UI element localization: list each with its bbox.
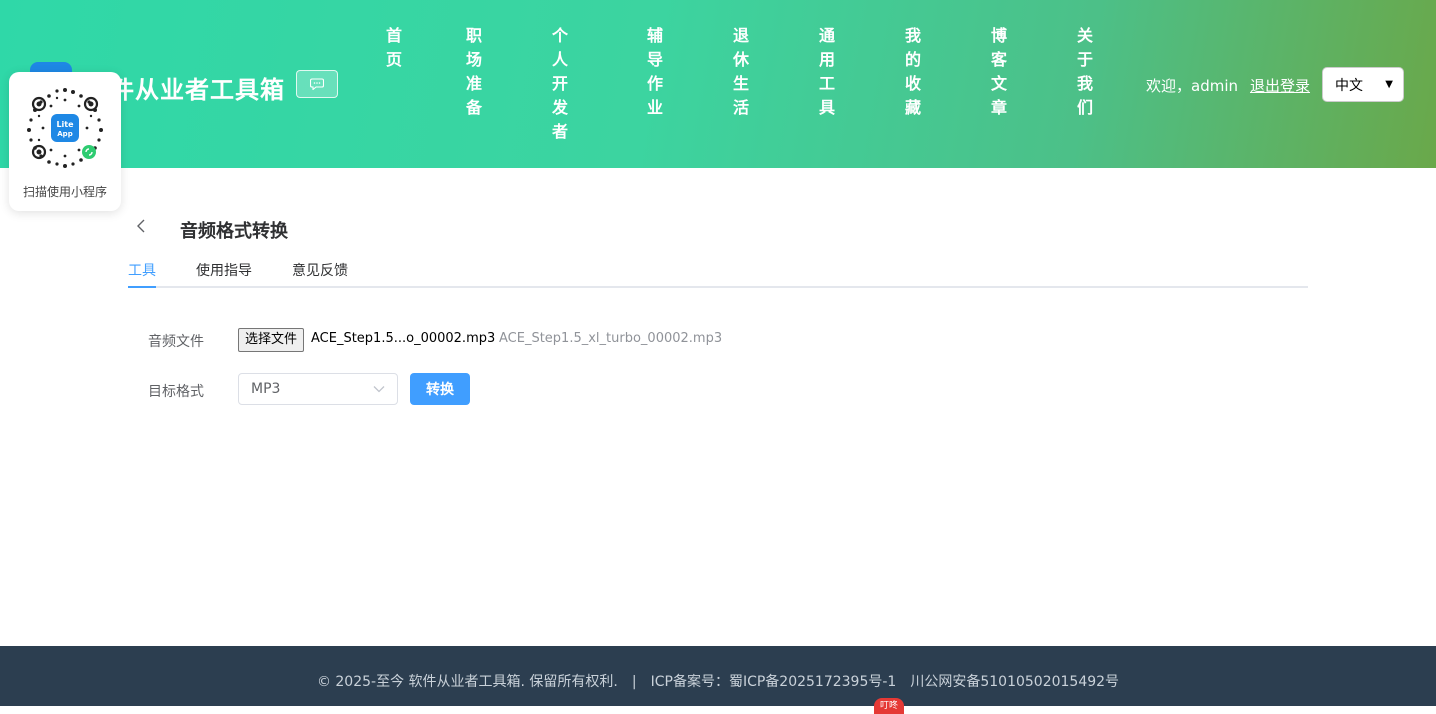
welcome-text: 欢迎，admin	[1146, 77, 1238, 95]
chat-bubble-icon	[310, 78, 324, 90]
footer-text: © 2025-至今 软件从业者工具箱. 保留所有权利. | ICP备案号：蜀ICP备…	[0, 671, 1436, 691]
format-field-label: 目标格式	[148, 384, 204, 400]
language-value: 中文	[1335, 77, 1363, 94]
footer: © 2025-至今 软件从业者工具箱. 保留所有权利. | ICP备案号：蜀ICP备…	[0, 646, 1436, 706]
chevron-down-icon	[373, 386, 385, 393]
choose-file-button[interactable]: 选择文件	[238, 328, 305, 352]
tab-guide[interactable]: 使用指导	[196, 260, 252, 280]
floating-badge[interactable]: 叮咚	[874, 698, 904, 714]
format-select[interactable]: MP3	[238, 373, 398, 405]
tab-feedback[interactable]: 意见反馈	[292, 260, 348, 280]
nav-item-retirement[interactable]: 退休生活	[732, 24, 750, 120]
tab-tool[interactable]: 工具	[128, 260, 156, 280]
top-header: 件从业者工具箱 首页 职场准备 个人开发者 辅导作业 退休生活 通用工具 我的收…	[0, 0, 1436, 168]
qr-logo-text-2: App	[57, 130, 72, 138]
nav-item-home[interactable]: 首页	[385, 24, 403, 72]
mini-program-qr-card: Lite App 扫描使用小程序	[9, 72, 121, 211]
footer-police-link[interactable]: 川公网安备51010502015492号	[910, 674, 1119, 690]
qr-label: 扫描使用小程序	[22, 185, 107, 199]
tab-bar: 工具 使用指导 意见反馈	[128, 258, 1308, 288]
nav-item-career[interactable]: 职场准备	[465, 24, 483, 120]
brand-title: 件从业者工具箱	[110, 76, 285, 104]
footer-copyright: © 2025-至今 软件从业者工具箱. 保留所有权利.	[316, 674, 618, 690]
nav-item-homework[interactable]: 辅导作业	[646, 24, 664, 120]
nav-item-blog[interactable]: 博客文章	[990, 24, 1008, 120]
nav-item-favorites[interactable]: 我的收藏	[904, 24, 922, 120]
nav-item-developer[interactable]: 个人开发者	[551, 24, 569, 144]
qr-code-icon: Lite App	[21, 84, 109, 172]
file-field-label: 音频文件	[148, 334, 204, 350]
convert-button[interactable]: 转换	[410, 373, 470, 405]
footer-icp-link[interactable]: ICP备案号：蜀ICP备2025172395号-1	[651, 674, 897, 690]
page-title: 音频格式转换	[180, 221, 288, 242]
qr-logo-text-1: Lite	[56, 120, 74, 129]
logout-link[interactable]: 退出登录	[1250, 75, 1310, 96]
language-select[interactable]: 中文 ▼	[1322, 67, 1404, 102]
active-tab-indicator	[128, 286, 156, 288]
chosen-file-name: ACE_Step1.5...o_00002.mp3	[311, 331, 496, 346]
nav-item-about[interactable]: 关于我们	[1076, 24, 1094, 120]
chat-button[interactable]	[296, 70, 338, 98]
footer-separator: |	[631, 674, 637, 690]
format-select-value: MP3	[251, 381, 281, 397]
back-arrow-icon[interactable]	[136, 217, 152, 239]
file-hint: ACE_Step1.5_xl_turbo_00002.mp3	[499, 331, 723, 346]
chevron-down-icon: ▼	[1385, 79, 1393, 90]
nav-item-tools[interactable]: 通用工具	[818, 24, 836, 120]
